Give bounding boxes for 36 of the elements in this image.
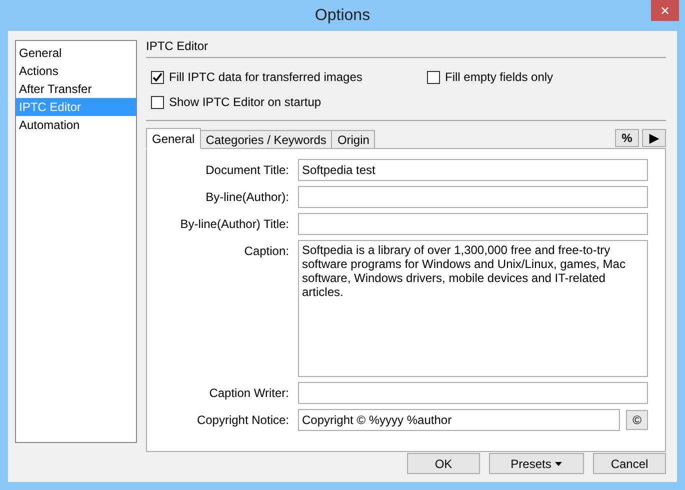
checkbox-option[interactable]: Fill empty fields only (427, 68, 554, 86)
dialog-button[interactable]: Presets (489, 453, 584, 474)
checkbox-option[interactable]: Show IPTC Editor on startup (151, 93, 666, 111)
checkbox-option[interactable]: Fill IPTC data for transferred images (151, 68, 427, 86)
close-button[interactable]: ✕ (651, 0, 679, 21)
toolbar-button[interactable]: ▶ (642, 129, 666, 147)
copyright-button[interactable]: © (626, 410, 648, 430)
field-label: Caption: (243, 243, 290, 260)
sidebar-item[interactable]: General (16, 44, 136, 62)
window-title: Options (314, 6, 370, 26)
dialog-button[interactable]: OK (407, 453, 480, 474)
text-field[interactable] (298, 186, 648, 208)
checkbox[interactable] (151, 96, 164, 108)
checkbox[interactable] (427, 70, 440, 84)
text-field[interactable]: Softpedia test (298, 159, 648, 181)
sidebar-item[interactable]: Actions (16, 62, 136, 80)
tab[interactable]: General (146, 128, 201, 149)
toolbar-button[interactable]: % (615, 129, 639, 147)
section-title: IPTC Editor (146, 39, 210, 53)
caret-icon (555, 462, 562, 466)
caption-field[interactable]: Softpedia is a library of over 1,300,000 free and free-to-try software programs for Windows and Unix/Linux, games, Mac software, Windows drivers, mobile devices and IT-related articles. (298, 240, 648, 377)
field-label: By-line(Author) Title: (179, 216, 290, 233)
checkbox[interactable] (151, 70, 164, 84)
text-field[interactable]: Copyright © %yyyy %author (298, 409, 620, 431)
checkmark-icon (152, 72, 163, 82)
sidebar-item[interactable]: After Transfer (16, 80, 136, 98)
tab[interactable]: Origin (331, 130, 376, 149)
field-label: Caption Writer: (208, 385, 290, 402)
field-label: Copyright Notice: (196, 412, 290, 429)
tab[interactable]: Categories / Keywords (200, 130, 332, 149)
text-field[interactable] (298, 213, 648, 235)
field-label: By-line(Author): (204, 189, 290, 206)
sidebar-item[interactable]: Automation (16, 116, 136, 134)
field-label: Document Title: (204, 162, 290, 179)
dialog-button[interactable]: Cancel (593, 453, 666, 474)
text-field[interactable] (298, 382, 648, 404)
